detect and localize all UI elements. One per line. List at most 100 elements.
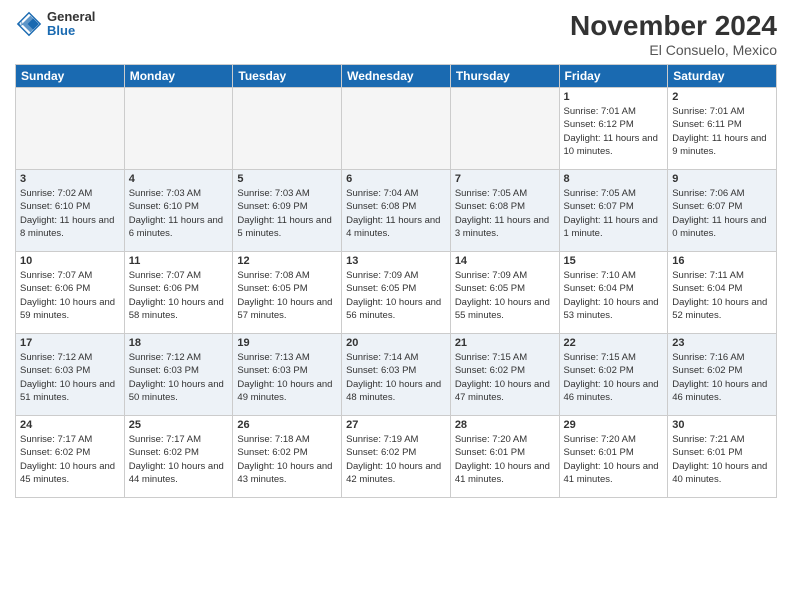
day-info: Sunrise: 7:02 AMSunset: 6:10 PMDaylight:… [20,187,120,240]
day-info: Sunrise: 7:06 AMSunset: 6:07 PMDaylight:… [672,187,772,240]
day-info: Sunrise: 7:10 AMSunset: 6:04 PMDaylight:… [564,269,664,322]
calendar-cell: 16 Sunrise: 7:11 AMSunset: 6:04 PMDayligh… [668,252,777,334]
calendar-cell: 26 Sunrise: 7:18 AMSunset: 6:02 PMDayligh… [233,416,342,498]
day-info: Sunrise: 7:12 AMSunset: 6:03 PMDaylight:… [20,351,120,404]
day-number: 20 [346,337,446,349]
day-number: 29 [564,419,664,431]
calendar-cell: 17 Sunrise: 7:12 AMSunset: 6:03 PMDayligh… [16,334,125,416]
day-info: Sunrise: 7:09 AMSunset: 6:05 PMDaylight:… [346,269,446,322]
day-info: Sunrise: 7:18 AMSunset: 6:02 PMDaylight:… [237,433,337,486]
calendar-cell [342,88,451,170]
calendar-cell [450,88,559,170]
calendar-cell: 11 Sunrise: 7:07 AMSunset: 6:06 PMDayligh… [124,252,233,334]
calendar-cell: 15Sunrise: 7:10 AMSunset: 6:04 PMDayligh… [559,252,668,334]
day-info: Sunrise: 7:03 AMSunset: 6:10 PMDaylight:… [129,187,229,240]
calendar-cell: 21 Sunrise: 7:15 AMSunset: 6:02 PMDayligh… [450,334,559,416]
day-info: Sunrise: 7:21 AMSunset: 6:01 PMDaylight:… [672,433,772,486]
calendar-cell: 5 Sunrise: 7:03 AMSunset: 6:09 PMDaylight… [233,170,342,252]
calendar-table: Sunday Monday Tuesday Wednesday Thursday… [15,64,777,498]
logo-text: General Blue [47,10,95,39]
day-number: 25 [129,419,229,431]
logo-icon: G [15,10,43,38]
calendar-week-4: 17 Sunrise: 7:12 AMSunset: 6:03 PMDayligh… [16,334,777,416]
day-info: Sunrise: 7:19 AMSunset: 6:02 PMDaylight:… [346,433,446,486]
calendar-week-2: 3 Sunrise: 7:02 AMSunset: 6:10 PMDaylight… [16,170,777,252]
day-number: 19 [237,337,337,349]
day-number: 18 [129,337,229,349]
header-row: Sunday Monday Tuesday Wednesday Thursday… [16,65,777,88]
calendar-cell: 29Sunrise: 7:20 AMSunset: 6:01 PMDayligh… [559,416,668,498]
day-info: Sunrise: 7:01 AMSunset: 6:11 PMDaylight:… [672,105,772,158]
day-number: 4 [129,173,229,185]
day-number: 3 [20,173,120,185]
day-number: 10 [20,255,120,267]
calendar-cell [233,88,342,170]
calendar-cell: 28 Sunrise: 7:20 AMSunset: 6:01 PMDayligh… [450,416,559,498]
day-number: 5 [237,173,337,185]
logo-blue: Blue [47,24,95,38]
calendar-cell: 20Sunrise: 7:14 AMSunset: 6:03 PMDayligh… [342,334,451,416]
col-tuesday: Tuesday [233,65,342,88]
day-number: 1 [564,91,664,103]
calendar-cell: 23Sunrise: 7:16 AMSunset: 6:02 PMDayligh… [668,334,777,416]
day-number: 13 [346,255,446,267]
day-number: 26 [237,419,337,431]
day-info: Sunrise: 7:16 AMSunset: 6:02 PMDaylight:… [672,351,772,404]
logo: G General Blue [15,10,95,39]
day-number: 22 [564,337,664,349]
day-number: 9 [672,173,772,185]
calendar-cell: 13 Sunrise: 7:09 AMSunset: 6:05 PMDayligh… [342,252,451,334]
day-number: 28 [455,419,555,431]
calendar-cell: 10 Sunrise: 7:07 AMSunset: 6:06 PMDayligh… [16,252,125,334]
calendar-cell: 6 Sunrise: 7:04 AMSunset: 6:08 PMDaylight… [342,170,451,252]
calendar-cell: 4 Sunrise: 7:03 AMSunset: 6:10 PMDaylight… [124,170,233,252]
svg-text:G: G [19,22,23,28]
day-info: Sunrise: 7:04 AMSunset: 6:08 PMDaylight:… [346,187,446,240]
day-info: Sunrise: 7:11 AMSunset: 6:04 PMDaylight:… [672,269,772,322]
day-number: 12 [237,255,337,267]
calendar-cell: 19Sunrise: 7:13 AMSunset: 6:03 PMDayligh… [233,334,342,416]
day-number: 30 [672,419,772,431]
day-number: 24 [20,419,120,431]
day-number: 2 [672,91,772,103]
col-sunday: Sunday [16,65,125,88]
calendar-cell: 7Sunrise: 7:05 AMSunset: 6:08 PMDaylight… [450,170,559,252]
day-number: 17 [20,337,120,349]
day-number: 21 [455,337,555,349]
day-number: 14 [455,255,555,267]
day-number: 6 [346,173,446,185]
col-monday: Monday [124,65,233,88]
calendar-cell: 1 Sunrise: 7:01 AMSunset: 6:12 PMDaylight… [559,88,668,170]
calendar-page: G General Blue November 2024 El Consuelo… [0,0,792,612]
calendar-cell: 2 Sunrise: 7:01 AMSunset: 6:11 PMDaylight… [668,88,777,170]
calendar-cell: 18 Sunrise: 7:12 AMSunset: 6:03 PMDayligh… [124,334,233,416]
calendar-week-3: 10 Sunrise: 7:07 AMSunset: 6:06 PMDayligh… [16,252,777,334]
day-number: 8 [564,173,664,185]
calendar-cell: 9 Sunrise: 7:06 AMSunset: 6:07 PMDaylight… [668,170,777,252]
col-thursday: Thursday [450,65,559,88]
location: El Consuelo, Mexico [570,42,777,58]
calendar-cell: 8 Sunrise: 7:05 AMSunset: 6:07 PMDaylight… [559,170,668,252]
calendar-cell: 27Sunrise: 7:19 AMSunset: 6:02 PMDayligh… [342,416,451,498]
logo-general: General [47,10,95,24]
day-info: Sunrise: 7:07 AMSunset: 6:06 PMDaylight:… [129,269,229,322]
day-info: Sunrise: 7:05 AMSunset: 6:07 PMDaylight:… [564,187,664,240]
calendar-cell: 24Sunrise: 7:17 AMSunset: 6:02 PMDayligh… [16,416,125,498]
calendar-cell: 22 Sunrise: 7:15 AMSunset: 6:02 PMDayligh… [559,334,668,416]
day-info: Sunrise: 7:03 AMSunset: 6:09 PMDaylight:… [237,187,337,240]
day-number: 7 [455,173,555,185]
calendar-week-1: 1 Sunrise: 7:01 AMSunset: 6:12 PMDaylight… [16,88,777,170]
col-saturday: Saturday [668,65,777,88]
day-info: Sunrise: 7:15 AMSunset: 6:02 PMDaylight:… [455,351,555,404]
day-info: Sunrise: 7:01 AMSunset: 6:12 PMDaylight:… [564,105,664,158]
day-info: Sunrise: 7:12 AMSunset: 6:03 PMDaylight:… [129,351,229,404]
day-info: Sunrise: 7:15 AMSunset: 6:02 PMDaylight:… [564,351,664,404]
day-number: 11 [129,255,229,267]
day-number: 16 [672,255,772,267]
calendar-cell [124,88,233,170]
day-info: Sunrise: 7:20 AMSunset: 6:01 PMDaylight:… [455,433,555,486]
day-info: Sunrise: 7:07 AMSunset: 6:06 PMDaylight:… [20,269,120,322]
calendar-cell [16,88,125,170]
calendar-cell: 3 Sunrise: 7:02 AMSunset: 6:10 PMDaylight… [16,170,125,252]
calendar-cell: 30 Sunrise: 7:21 AMSunset: 6:01 PMDayligh… [668,416,777,498]
